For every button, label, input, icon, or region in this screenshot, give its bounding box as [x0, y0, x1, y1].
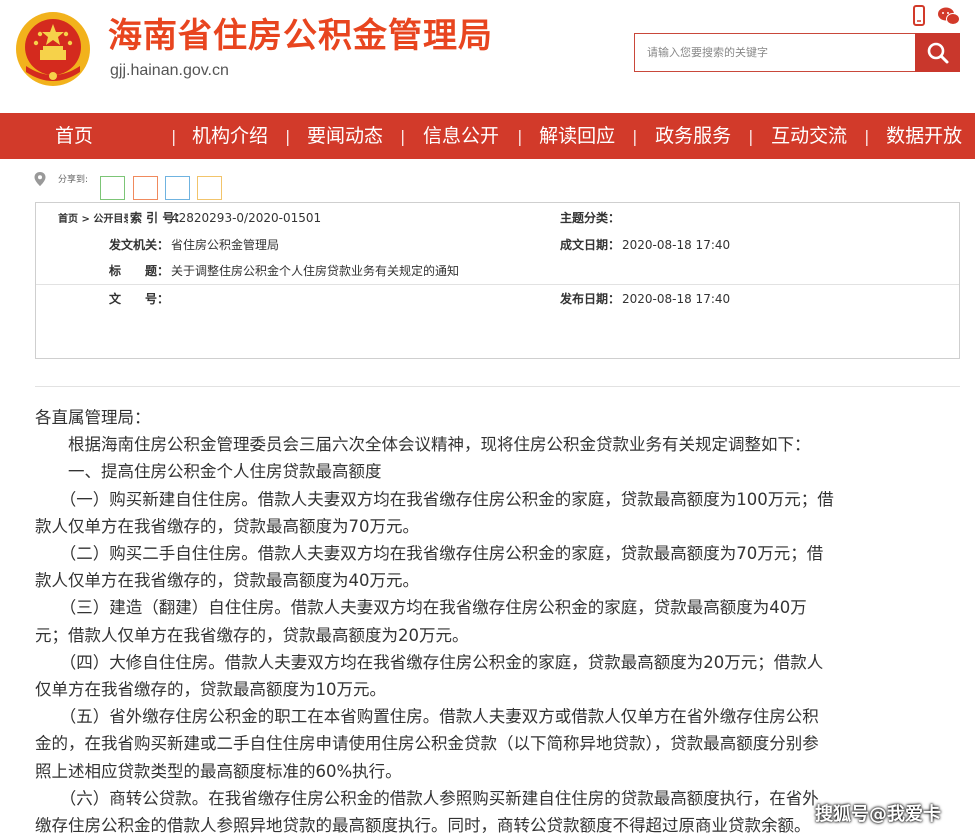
created-date-value: 2020-08-18 17:40 [622, 238, 731, 252]
search-icon [927, 42, 948, 63]
search-button[interactable] [915, 33, 960, 72]
article-line: 金的，在我省购买新建或二手自住住房申请使用住房公积金贷款（以下简称异地贷款），贷… [35, 734, 819, 754]
article-body: 各直属管理局： 根据海南住房公积金管理委员会三届六次全体会议精神，现将住房公积金… [35, 404, 960, 836]
content-separator [35, 386, 960, 387]
mobile-icon[interactable] [913, 5, 925, 26]
doc-number-label: 文 号： [109, 292, 170, 306]
nav-disclosure[interactable]: 信息公开 [423, 113, 499, 159]
title-label: 标 题： [109, 264, 170, 278]
weibo-share-icon[interactable] [133, 176, 158, 200]
article-line: 各直属管理局： [35, 408, 151, 427]
location-pin-icon [34, 172, 46, 186]
article-line: 照上述相应贷款类型的最高额度标准的60%执行。 [35, 761, 402, 781]
watermark: 搜狐号@我爱卡 [815, 804, 941, 825]
document-metadata-panel: 首页 > 公开目录 索 引 号： 42820293-0/2020-01501 主… [35, 202, 960, 359]
index-value: 42820293-0/2020-01501 [171, 211, 322, 225]
published-date-value: 2020-08-18 17:40 [622, 292, 731, 306]
nav-services[interactable]: 政务服务 [655, 113, 731, 159]
nav-home[interactable]: 首页 [55, 113, 93, 159]
breadcrumb[interactable]: 首页 > 公开目录 [58, 210, 133, 225]
nav-news[interactable]: 要闻动态 [307, 113, 383, 159]
created-date-label: 成文日期： [560, 238, 621, 252]
top-icons [913, 5, 960, 26]
article-line: （二）购买二手自住住房。借款人夫妻双方均在我省缴存住房公积金的家庭，贷款最高额度… [35, 544, 824, 564]
published-date-label: 发布日期： [560, 292, 621, 306]
article-line: 元；借款人仅单方在我省缴存的，贷款最高额度为20万元。 [35, 625, 469, 645]
article-line: （四）大修自住住房。借款人夫妻双方均在我省缴存住房公积金的家庭，贷款最高额度为2… [35, 652, 824, 672]
article-line: 款人仅单方在我省缴存的，贷款最高额度为70万元。 [35, 516, 419, 536]
article-line: 款人仅单方在我省缴存的，贷款最高额度为40万元。 [35, 571, 419, 591]
article-line: （五）省外缴存住房公积金的职工在本省购置住房。借款人夫妻双方或借款人仅单方在省外… [35, 707, 819, 727]
share-label: 分享到: [58, 175, 89, 185]
topic-label: 主题分类： [560, 211, 621, 225]
title-value: 关于调整住房公积金个人住房贷款业务有关规定的通知 [171, 264, 460, 278]
article-line: （一）购买新建自住住房。借款人夫妻双方均在我省缴存住房公积金的家庭，贷款最高额度… [35, 489, 834, 509]
wechat-share-icon[interactable] [100, 176, 125, 200]
article-line: 一、提高住房公积金个人住房贷款最高额度 [35, 462, 382, 482]
nav-about[interactable]: 机构介绍 [192, 113, 268, 159]
search-box [634, 33, 916, 72]
site-domain: gjj.hainan.gov.cn [110, 62, 229, 79]
nav-interaction[interactable]: 互动交流 [771, 113, 847, 159]
issuer-value: 省住房公积金管理局 [171, 238, 280, 252]
article-line: 仅单方在我省缴存的，贷款最高额度为10万元。 [35, 680, 386, 700]
issuer-label: 发文机关： [109, 238, 170, 252]
main-nav: 首页 | 机构介绍 | 要闻动态 | 信息公开 | 解读回应 | 政务服务 | … [0, 113, 975, 159]
article-line: （三）建造（翻建）自住住房。借款人夫妻双方均在我省缴存住房公积金的家庭，贷款最高… [35, 598, 807, 618]
national-emblem-icon [16, 12, 90, 86]
article-line: 根据海南住房公积金管理委员会三届六次全体会议精神，现将住房公积金贷款业务有关规定… [35, 435, 811, 455]
nav-interpretation[interactable]: 解读回应 [539, 113, 615, 159]
share-bar: 分享到: [34, 170, 434, 202]
meta-divider [36, 284, 959, 285]
site-title: 海南省住房公积金管理局 [108, 16, 493, 56]
nav-open-data[interactable]: 数据开放 [886, 113, 962, 159]
qzone-share-icon[interactable] [165, 176, 190, 200]
search-input[interactable] [635, 34, 915, 71]
site-header: 海南省住房公积金管理局 gjj.hainan.gov.cn [0, 0, 975, 113]
qq-share-icon[interactable] [197, 176, 222, 200]
wechat-icon[interactable] [938, 7, 960, 25]
